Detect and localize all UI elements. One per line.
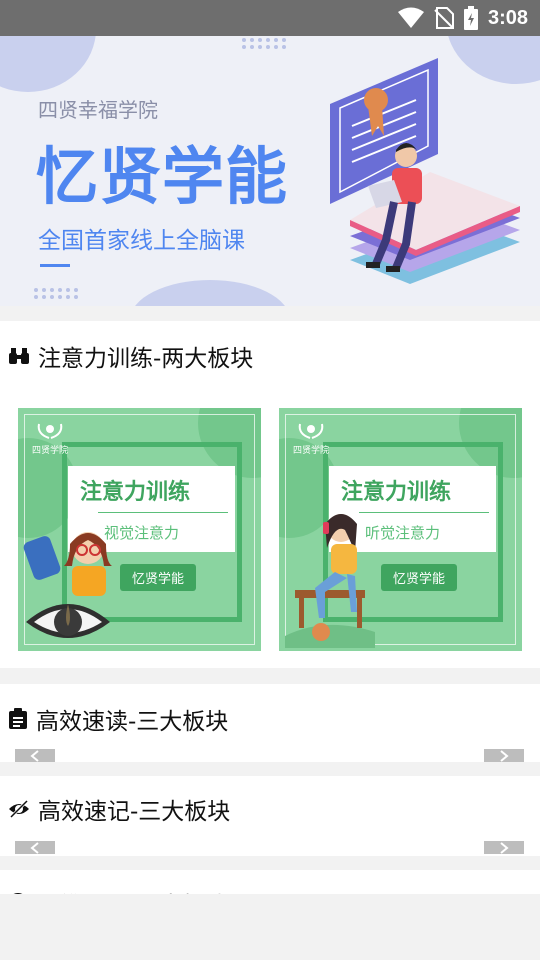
course-card-auditory-attention[interactable]: 四贤学院 注意力训练 听觉注意力 忆贤学能 — [279, 408, 522, 651]
globe-icon — [13, 893, 23, 894]
banner-dots — [34, 288, 79, 299]
card-title: 注意力训练 — [80, 480, 191, 505]
banner-blob — [130, 280, 290, 306]
chevron-right-icon — [500, 841, 509, 854]
section-title: 注意力训练-两大板块 — [38, 346, 254, 372]
chevron-left-icon — [30, 841, 39, 854]
status-bar: 3:08 — [0, 0, 540, 36]
school-name: 四贤幸福学院 — [38, 98, 158, 122]
card-tag: 忆贤学能 — [381, 564, 458, 591]
no-sim-icon — [434, 7, 454, 29]
chevron-right-icon — [500, 749, 509, 762]
section-attention-training: 注意力训练-两大板块 四贤学院 注意力训练 视觉注意力 忆贤学能 四贤学院 注意… — [0, 321, 540, 668]
clipboard-icon — [9, 708, 27, 729]
carousel-prev-button[interactable] — [15, 749, 55, 762]
hero-banner[interactable]: 四贤幸福学院 忆贤学能 全国首家线上全脑课 — [0, 36, 540, 306]
banner-slogan: 全国首家线上全脑课 — [38, 228, 245, 254]
carousel-next-button[interactable] — [484, 749, 524, 762]
girl-with-bottle-illustration — [23, 532, 112, 638]
girl-with-headphones-illustration — [285, 514, 375, 648]
divider — [98, 512, 228, 513]
laurel-logo-icon — [37, 423, 63, 439]
banner-dots — [242, 38, 287, 49]
status-time: 3:08 — [487, 6, 528, 29]
card-tag: 忆贤学能 — [120, 564, 197, 591]
card-logo: 四贤学院 — [291, 420, 331, 456]
course-card-visual-attention[interactable]: 四贤学院 注意力训练 视觉注意力 忆贤学能 — [18, 408, 261, 651]
section-speed-reading: 高效速读-三大板块 — [0, 684, 540, 762]
card-logo: 四贤学院 — [30, 420, 70, 456]
card-title: 注意力训练 — [341, 480, 452, 505]
battery-icon — [463, 6, 478, 30]
carousel-prev-button[interactable] — [15, 841, 55, 854]
banner-title: 忆贤学能 — [36, 140, 289, 213]
reading-person-illustration — [330, 58, 520, 284]
section-title: 高效速记-三大板块 — [38, 799, 231, 825]
wifi-icon — [397, 7, 424, 28]
section-title: 高效速读-三大板块 — [36, 709, 229, 735]
section-title: 思维导图-三大板块 — [36, 886, 228, 894]
binoculars-icon — [9, 348, 29, 364]
section-speed-memory: 高效速记-三大板块 — [0, 776, 540, 856]
banner-divider — [40, 264, 70, 267]
laurel-logo-icon — [298, 423, 324, 439]
eye-slash-icon — [9, 799, 29, 819]
carousel-next-button[interactable] — [484, 841, 524, 854]
banner-blob — [0, 36, 96, 92]
section-mind-map: 思维导图-三大板块 — [0, 870, 540, 894]
chevron-left-icon — [30, 749, 39, 762]
